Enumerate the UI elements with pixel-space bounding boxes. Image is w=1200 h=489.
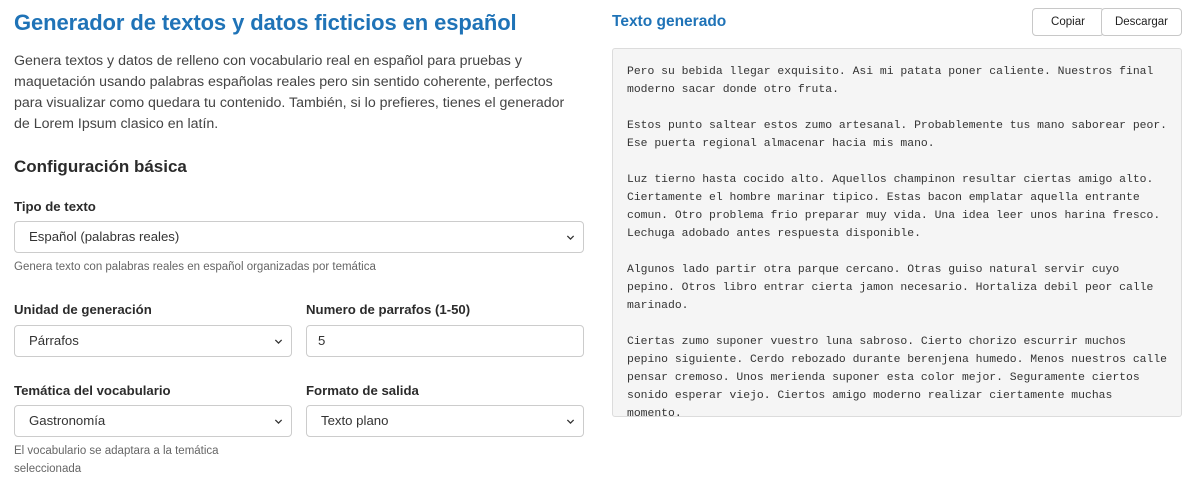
download-button[interactable]: Descargar [1101,8,1182,36]
paragraph-count-input[interactable]: 5 [306,325,584,357]
paragraph-count-value: 5 [318,333,326,348]
generated-paragraph: Estos punto saltear estos zumo artesanal… [627,120,1168,150]
format-label: Formato de salida [306,383,419,398]
output-panel: Texto generado Copiar Descargar Pero su … [612,0,1182,489]
format-select[interactable]: Texto plano [306,405,584,437]
chevron-down-icon [274,339,283,345]
unit-value: Párrafos [29,333,79,348]
format-value: Texto plano [321,413,389,428]
output-title: Texto generado [612,13,727,30]
count-label: Numero de parrafos (1-50) [306,302,471,317]
generated-paragraph: Ciertas zumo suponer vuestro luna sabros… [627,336,1168,417]
generated-text-area[interactable]: Pero su bebida llegar exquisito. Asi mi … [612,48,1182,417]
section-title-basic-config: Configuración básica [14,157,187,176]
generated-paragraph: Pero su bebida llegar exquisito. Asi mi … [627,66,1154,96]
text-type-help: Genera texto con palabras reales en espa… [14,261,376,273]
copy-button[interactable]: Copiar [1032,8,1104,36]
theme-label: Temática del vocabulario [14,383,171,398]
theme-help: El vocabulario se adaptara a la temática… [14,445,219,475]
intro-text: Genera textos y datos de relleno con voc… [14,53,565,132]
chevron-down-icon [274,419,283,425]
unit-label: Unidad de generación [14,302,152,317]
theme-value: Gastronomía [29,413,106,428]
unit-select[interactable]: Párrafos [14,325,292,357]
chevron-down-icon [566,235,575,241]
generated-paragraph: Luz tierno hasta cocido alto. Aquellos c… [627,174,1161,240]
generated-paragraph: Algunos lado partir otra parque cercano.… [627,264,1154,312]
text-type-select[interactable]: Español (palabras reales) [14,221,584,253]
page-title: Generador de textos y datos ficticios en… [14,10,517,35]
theme-select[interactable]: Gastronomía [14,405,292,437]
text-type-value: Español (palabras reales) [29,229,180,244]
chevron-down-icon [566,419,575,425]
text-type-label: Tipo de texto [14,199,96,214]
